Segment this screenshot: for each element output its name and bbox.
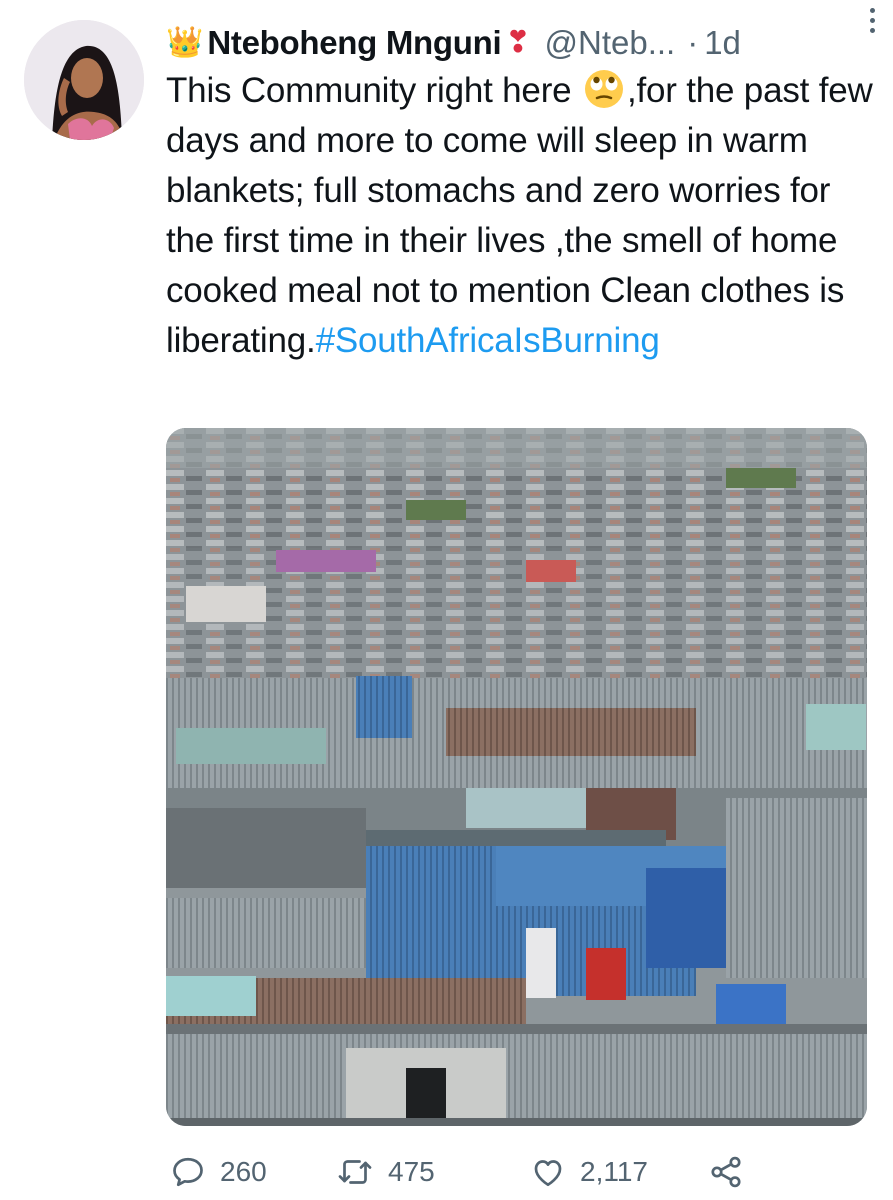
retweet-count: 475 — [388, 1156, 435, 1187]
display-name[interactable]: Nteboheng Mnguni — [207, 24, 501, 62]
like-button[interactable]: 2,117 — [530, 1148, 648, 1196]
more-options-icon[interactable] — [865, 8, 879, 42]
tweet-header: 👑 Nteboheng Mnguni ❣ @Nteb... · 1d — [166, 18, 866, 68]
tweet-media-photo[interactable] — [166, 428, 867, 1126]
tweet[interactable]: 👑 Nteboheng Mnguni ❣ @Nteb... · 1d This … — [0, 0, 893, 1200]
tweet-text: This Community right here ,for the past … — [166, 66, 876, 366]
share-button[interactable] — [708, 1148, 758, 1196]
heart-icon — [534, 1160, 562, 1187]
like-count: 2,117 — [580, 1156, 648, 1187]
timestamp[interactable]: 1d — [704, 24, 741, 62]
retweet-icon — [338, 1160, 372, 1184]
reply-icon — [173, 1157, 203, 1187]
reply-button[interactable]: 260 — [170, 1148, 267, 1196]
tweet-text-part1: This Community right here — [166, 71, 581, 110]
hashtag-link[interactable]: #SouthAfricaIsBurning — [316, 321, 660, 360]
share-icon — [711, 1156, 741, 1188]
rolling-eyes-emoji — [584, 70, 623, 108]
township-photo — [166, 428, 867, 1126]
user-handle[interactable]: @Nteb... — [544, 24, 675, 62]
heart-exclamation-emoji: ❣ — [505, 26, 531, 59]
crown-emoji: 👑 — [166, 26, 204, 59]
retweet-button[interactable]: 475 — [336, 1148, 435, 1196]
tweet-text-part2: ,for the past few days and more to come … — [166, 71, 873, 360]
reply-count: 260 — [220, 1156, 267, 1187]
separator-dot: · — [687, 24, 699, 61]
avatar[interactable] — [24, 20, 144, 140]
tweet-actions: 260 475 2,117 — [166, 1148, 866, 1196]
